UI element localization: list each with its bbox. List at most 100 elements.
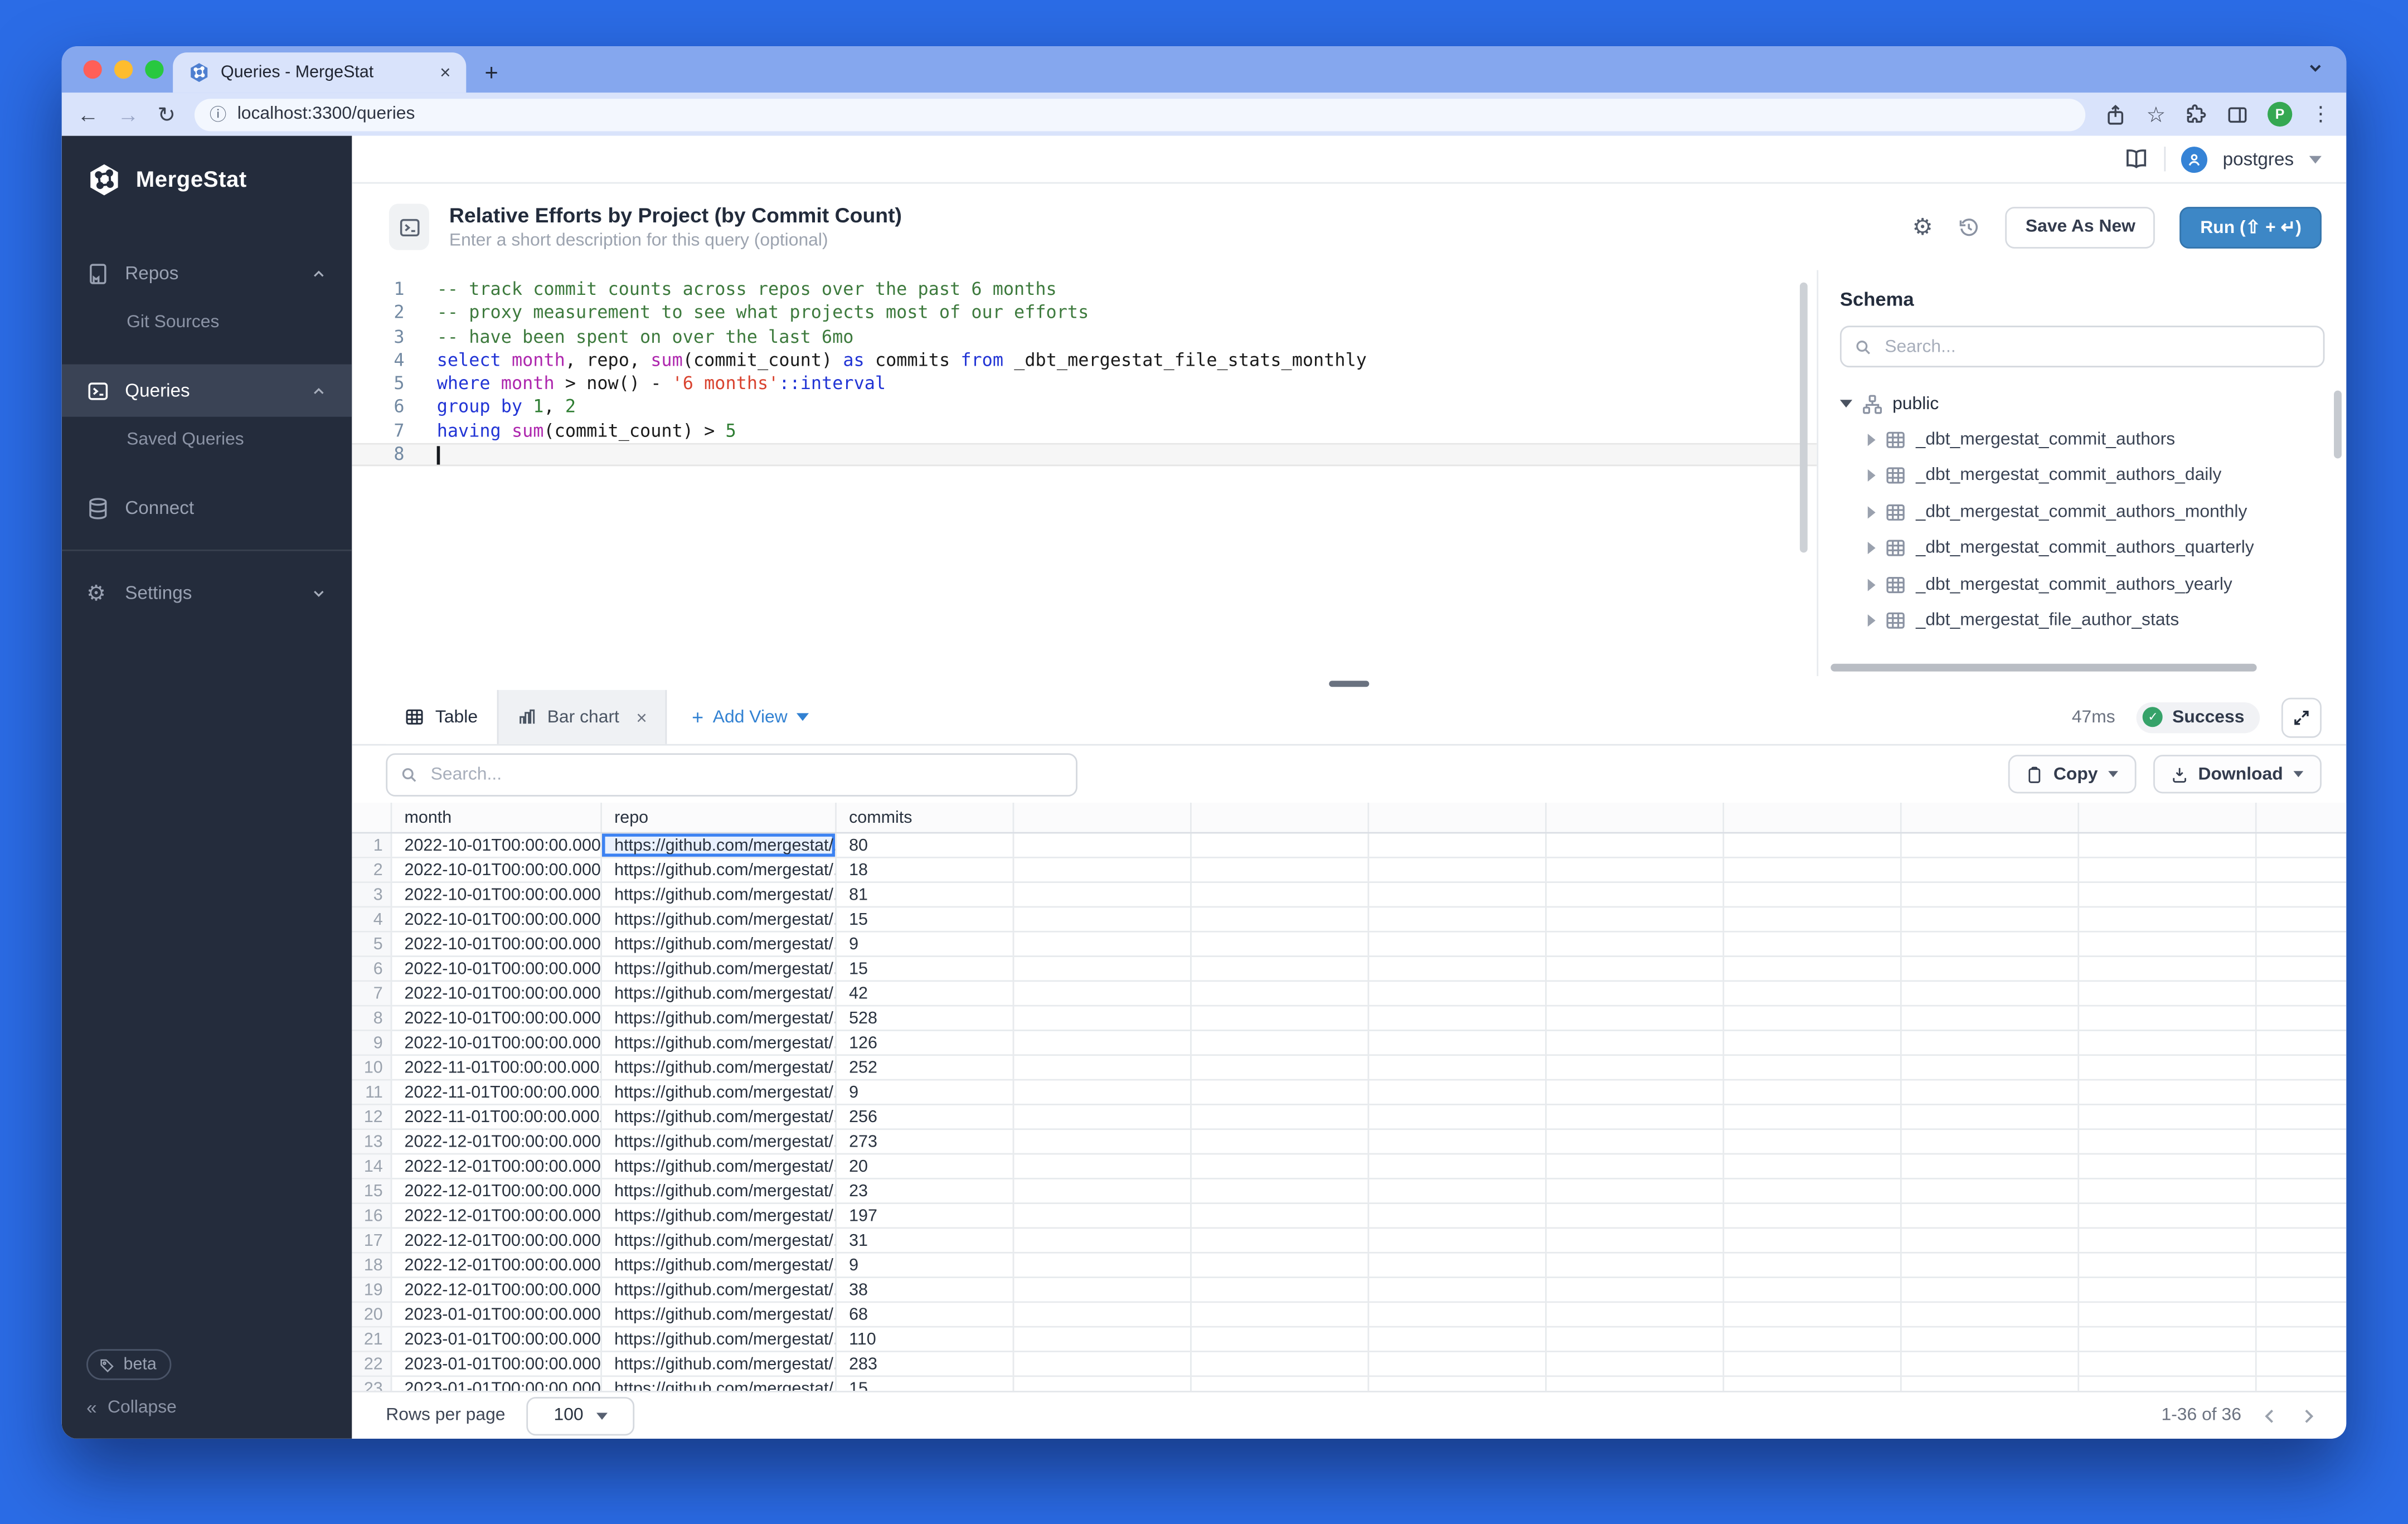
cell-month[interactable]: 2022-11-01T00:00:00.000Z xyxy=(392,1056,602,1079)
empty-cell[interactable] xyxy=(1902,1229,2079,1252)
code-line[interactable]: 8 xyxy=(352,443,1817,467)
empty-cell[interactable] xyxy=(1724,1303,1901,1326)
empty-cell[interactable] xyxy=(1902,1007,2079,1030)
sidebar-item-saved-queries[interactable]: Saved Queries xyxy=(62,417,352,463)
empty-cell[interactable] xyxy=(1192,833,1369,857)
empty-cell[interactable] xyxy=(2079,1303,2256,1326)
empty-cell[interactable] xyxy=(1014,907,1191,931)
share-icon[interactable] xyxy=(2105,103,2128,126)
empty-cell[interactable] xyxy=(1192,1007,1369,1030)
cell-repo[interactable]: https://github.com/mergestat/... xyxy=(602,883,837,906)
empty-cell[interactable] xyxy=(1014,1278,1191,1302)
schema-table-row[interactable]: _dbt_mergestat_file_author_stats xyxy=(1840,603,2325,639)
schema-vertical-scrollbar[interactable] xyxy=(2334,391,2342,459)
empty-cell[interactable] xyxy=(1902,833,2079,857)
empty-cell[interactable] xyxy=(1192,957,1369,981)
empty-cell[interactable] xyxy=(1369,1303,1546,1326)
empty-cell[interactable] xyxy=(2257,1154,2347,1178)
empty-cell[interactable] xyxy=(2257,1180,2347,1203)
cell-month[interactable]: 2023-01-01T00:00:00.000Z xyxy=(392,1352,602,1376)
empty-cell[interactable] xyxy=(1547,1056,1724,1079)
empty-cell[interactable] xyxy=(2079,957,2256,981)
next-page-icon[interactable] xyxy=(2298,1405,2318,1425)
cell-month[interactable]: 2023-01-01T00:00:00.000Z xyxy=(392,1328,602,1351)
cell-commits[interactable]: 110 xyxy=(837,1328,1014,1351)
empty-cell[interactable] xyxy=(2079,1278,2256,1302)
empty-cell[interactable] xyxy=(1724,957,1901,981)
empty-cell[interactable] xyxy=(2079,1080,2256,1104)
empty-cell[interactable] xyxy=(1547,933,1724,956)
cell-commits[interactable]: 31 xyxy=(837,1229,1014,1252)
empty-cell[interactable] xyxy=(1369,1031,1546,1055)
rows-per-page-select[interactable]: 100 xyxy=(527,1396,635,1435)
empty-cell[interactable] xyxy=(1902,1204,2079,1227)
cell-month[interactable]: 2022-12-01T00:00:00.000Z xyxy=(392,1278,602,1302)
empty-cell[interactable] xyxy=(1192,1377,1369,1391)
empty-cell[interactable] xyxy=(1547,1278,1724,1302)
empty-cell[interactable] xyxy=(1014,982,1191,1005)
empty-cell[interactable] xyxy=(1014,1031,1191,1055)
empty-cell[interactable] xyxy=(1369,1130,1546,1153)
empty-cell[interactable] xyxy=(1192,933,1369,956)
empty-cell[interactable] xyxy=(1192,1105,1369,1129)
cell-commits[interactable]: 81 xyxy=(837,883,1014,906)
cell-commits[interactable]: 9 xyxy=(837,1080,1014,1104)
empty-cell[interactable] xyxy=(1369,1007,1546,1030)
empty-cell[interactable] xyxy=(1369,1254,1546,1277)
empty-cell[interactable] xyxy=(1369,1352,1546,1376)
query-title[interactable]: Relative Efforts by Project (by Commit C… xyxy=(449,204,902,227)
cell-commits[interactable]: 9 xyxy=(837,933,1014,956)
empty-cell[interactable] xyxy=(1369,1180,1546,1203)
browser-profile-avatar[interactable]: P xyxy=(2268,102,2292,127)
panel-resize-divider[interactable] xyxy=(352,676,2346,690)
empty-cell[interactable] xyxy=(1547,1328,1724,1351)
code-line[interactable]: 1-- track commit counts across repos ove… xyxy=(352,278,1817,301)
empty-cell[interactable] xyxy=(1724,1254,1901,1277)
back-icon[interactable]: ← xyxy=(77,104,99,125)
empty-cell[interactable] xyxy=(1724,982,1901,1005)
empty-cell[interactable] xyxy=(2257,1130,2347,1153)
zoom-window-button[interactable] xyxy=(145,60,163,79)
empty-cell[interactable] xyxy=(1547,1180,1724,1203)
empty-cell[interactable] xyxy=(2079,1154,2256,1178)
empty-cell[interactable] xyxy=(1547,1130,1724,1153)
empty-cell[interactable] xyxy=(2257,1352,2347,1376)
empty-cell[interactable] xyxy=(1902,1352,2079,1376)
caret-right-icon[interactable] xyxy=(1868,542,1876,555)
empty-cell[interactable] xyxy=(1902,883,2079,906)
cell-month[interactable]: 2022-10-01T00:00:00.000Z xyxy=(392,883,602,906)
empty-cell[interactable] xyxy=(1014,1130,1191,1153)
cell-repo[interactable]: https://github.com/mergestat/... xyxy=(602,1154,837,1178)
empty-cell[interactable] xyxy=(1192,883,1369,906)
cell-month[interactable]: 2022-12-01T00:00:00.000Z xyxy=(392,1254,602,1277)
cell-repo[interactable]: https://github.com/mergestat/... xyxy=(602,1105,837,1129)
empty-cell[interactable] xyxy=(1014,1229,1191,1252)
cell-commits[interactable]: 18 xyxy=(837,858,1014,882)
empty-cell[interactable] xyxy=(1724,1328,1901,1351)
empty-cell[interactable] xyxy=(1902,858,2079,882)
copy-button[interactable]: Copy xyxy=(2009,755,2137,793)
cell-commits[interactable]: 68 xyxy=(837,1303,1014,1326)
empty-cell[interactable] xyxy=(1902,1154,2079,1178)
empty-cell[interactable] xyxy=(2079,833,2256,857)
cell-month[interactable]: 2022-10-01T00:00:00.000Z xyxy=(392,982,602,1005)
caret-right-icon[interactable] xyxy=(1868,506,1876,518)
empty-cell[interactable] xyxy=(1724,1105,1901,1129)
cell-repo[interactable]: https://github.com/mergestat/... xyxy=(602,1303,837,1326)
cell-repo[interactable]: https://github.com/mergestat/... xyxy=(602,1007,837,1030)
empty-cell[interactable] xyxy=(1192,1352,1369,1376)
empty-cell[interactable] xyxy=(2079,883,2256,906)
cell-repo[interactable]: https://github.com/mergestat/... xyxy=(602,1031,837,1055)
empty-cell[interactable] xyxy=(2079,1056,2256,1079)
empty-cell[interactable] xyxy=(1014,933,1191,956)
cell-commits[interactable]: 80 xyxy=(837,833,1014,857)
empty-cell[interactable] xyxy=(1014,1105,1191,1129)
caret-right-icon[interactable] xyxy=(1868,614,1876,627)
docs-book-icon[interactable] xyxy=(2124,147,2148,171)
empty-cell[interactable] xyxy=(1014,1328,1191,1351)
query-history-icon[interactable] xyxy=(1958,215,1981,239)
cell-month[interactable]: 2022-10-01T00:00:00.000Z xyxy=(392,858,602,882)
empty-cell[interactable] xyxy=(1369,957,1546,981)
schema-table-row[interactable]: _dbt_mergestat_commit_authors_quarterly xyxy=(1840,530,2325,566)
sidebar-collapse-button[interactable]: « Collapse xyxy=(62,1399,352,1439)
